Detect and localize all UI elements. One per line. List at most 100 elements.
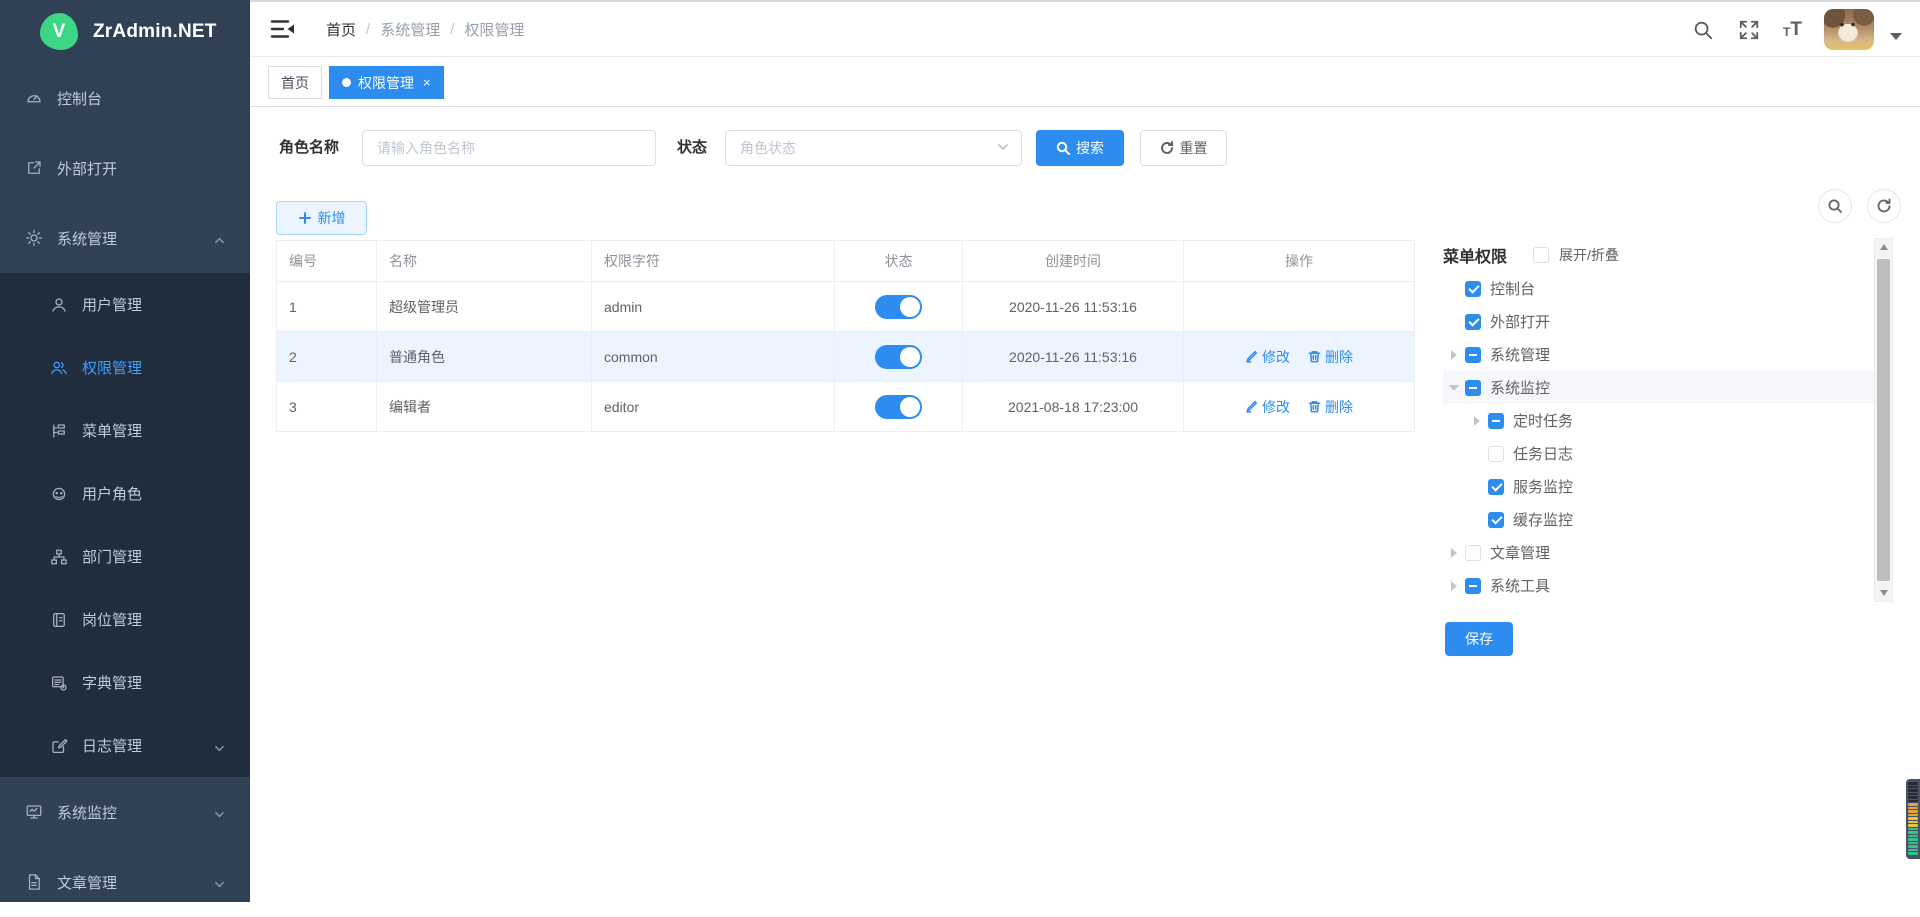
user-icon bbox=[50, 296, 68, 314]
column-header-状态: 状态 bbox=[835, 241, 963, 282]
sidebar-item-控制台[interactable]: 控制台 bbox=[0, 63, 250, 133]
delete-link[interactable]: 删除 bbox=[1308, 347, 1353, 367]
status-select[interactable]: 角色状态 bbox=[725, 130, 1022, 166]
save-button[interactable]: 保存 bbox=[1445, 622, 1513, 656]
active-tab-dot bbox=[342, 78, 351, 87]
tab-权限管理[interactable]: 权限管理× bbox=[329, 66, 444, 99]
tree-checkbox-indeterminate[interactable] bbox=[1465, 347, 1481, 363]
scroll-down-arrow[interactable] bbox=[1875, 585, 1892, 601]
breadcrumb-item-权限管理[interactable]: 权限管理 bbox=[464, 19, 524, 40]
tree-checkbox-indeterminate[interactable] bbox=[1488, 413, 1504, 429]
sidebar-item-部门管理[interactable]: 部门管理 bbox=[0, 525, 250, 588]
sidebar-item-菜单管理[interactable]: 菜单管理 bbox=[0, 399, 250, 462]
tree-node-缓存监控[interactable]: 缓存监控 bbox=[1443, 503, 1874, 536]
sidebar-item-权限管理[interactable]: 权限管理 bbox=[0, 336, 250, 399]
breadcrumb-item-首页[interactable]: 首页 bbox=[326, 19, 356, 40]
robot-icon bbox=[50, 485, 68, 503]
scrollbar-thumb[interactable] bbox=[1877, 259, 1890, 581]
sidebar-item-字典管理[interactable]: 字典管理 bbox=[0, 651, 250, 714]
menu-permission-header: 菜单权限 展开/折叠 bbox=[1443, 243, 1619, 267]
meter-stripe bbox=[1908, 789, 1918, 792]
tree-node-任务日志[interactable]: 任务日志 bbox=[1443, 437, 1874, 470]
sidebar-item-label: 菜单管理 bbox=[82, 420, 142, 441]
meter-stripe bbox=[1908, 835, 1918, 838]
edit-link[interactable]: 修改 bbox=[1245, 397, 1290, 417]
app-logo[interactable]: V ZrAdmin.NET bbox=[0, 0, 250, 63]
roles-table: 编号名称权限字符状态创建时间操作 1超级管理员admin2020-11-26 1… bbox=[276, 240, 1415, 432]
meter-stripe bbox=[1908, 807, 1918, 810]
document-icon bbox=[25, 873, 43, 891]
expand-arrow-down-icon[interactable] bbox=[1443, 385, 1465, 391]
add-button[interactable]: 新增 bbox=[276, 201, 367, 235]
tree-node-label: 缓存监控 bbox=[1513, 509, 1573, 530]
role-name-input[interactable] bbox=[362, 130, 656, 166]
tree-node-系统管理[interactable]: 系统管理 bbox=[1443, 338, 1874, 371]
tree-node-文章管理[interactable]: 文章管理 bbox=[1443, 536, 1874, 569]
tree-checkbox-checked[interactable] bbox=[1488, 512, 1504, 528]
expand-arrow-right-icon[interactable] bbox=[1443, 548, 1465, 558]
tree-node-控制台[interactable]: 控制台 bbox=[1443, 272, 1874, 305]
caret-down-icon[interactable] bbox=[1890, 33, 1902, 40]
sidebar-item-系统管理[interactable]: 系统管理 bbox=[0, 203, 250, 273]
fullscreen-icon[interactable] bbox=[1737, 18, 1761, 42]
tree-node-定时任务[interactable]: 定时任务 bbox=[1443, 404, 1874, 437]
collapse-sidebar-icon[interactable] bbox=[270, 17, 296, 41]
table-refresh-button[interactable] bbox=[1867, 189, 1901, 223]
sidebar-item-用户角色[interactable]: 用户角色 bbox=[0, 462, 250, 525]
tree-node-系统监控[interactable]: 系统监控 bbox=[1443, 371, 1874, 404]
tree-node-label: 系统监控 bbox=[1490, 377, 1550, 398]
meter-stripe bbox=[1908, 803, 1918, 806]
search-icon[interactable] bbox=[1691, 18, 1715, 42]
tree-checkbox-checked[interactable] bbox=[1465, 314, 1481, 330]
status-toggle[interactable] bbox=[875, 295, 922, 319]
status-toggle[interactable] bbox=[875, 395, 922, 419]
tree-checkbox-unchecked[interactable] bbox=[1465, 545, 1481, 561]
performance-meter-widget[interactable] bbox=[1906, 779, 1920, 859]
tree-checkbox-indeterminate[interactable] bbox=[1465, 578, 1481, 594]
tree-checkbox-checked[interactable] bbox=[1465, 281, 1481, 297]
breadcrumb-item-系统管理[interactable]: 系统管理 bbox=[380, 19, 440, 40]
delete-link[interactable]: 删除 bbox=[1308, 397, 1353, 417]
sidebar-item-label: 字典管理 bbox=[82, 672, 142, 693]
sidebar-item-用户管理[interactable]: 用户管理 bbox=[0, 273, 250, 336]
breadcrumb-separator: / bbox=[450, 21, 454, 38]
cell-id: 3 bbox=[277, 382, 377, 432]
search-button[interactable]: 搜索 bbox=[1036, 130, 1124, 166]
tab-首页[interactable]: 首页 bbox=[268, 66, 322, 99]
tree-checkbox-unchecked[interactable] bbox=[1488, 446, 1504, 462]
expand-collapse-checkbox[interactable] bbox=[1533, 247, 1549, 263]
reset-button[interactable]: 重置 bbox=[1140, 130, 1227, 166]
expand-arrow-right-icon[interactable] bbox=[1443, 350, 1465, 360]
tree-checkbox-checked[interactable] bbox=[1488, 479, 1504, 495]
close-tab-icon[interactable]: × bbox=[423, 75, 431, 90]
meter-stripe bbox=[1908, 796, 1918, 799]
tree-node-label: 任务日志 bbox=[1513, 443, 1573, 464]
expand-arrow-right-icon[interactable] bbox=[1443, 581, 1465, 591]
tree-scrollbar[interactable] bbox=[1874, 238, 1893, 602]
meter-stripe bbox=[1908, 782, 1918, 785]
edit-link-label: 修改 bbox=[1262, 397, 1290, 417]
avatar[interactable] bbox=[1824, 9, 1874, 50]
table-search-toggle-button[interactable] bbox=[1818, 189, 1852, 223]
cell-name: 编辑者 bbox=[377, 382, 592, 432]
edit-link[interactable]: 修改 bbox=[1245, 347, 1290, 367]
toggle-knob bbox=[900, 297, 920, 317]
scroll-up-arrow[interactable] bbox=[1875, 239, 1892, 255]
save-button-label: 保存 bbox=[1465, 629, 1493, 649]
cell-key: admin bbox=[592, 282, 835, 332]
tree-node-服务监控[interactable]: 服务监控 bbox=[1443, 470, 1874, 503]
sidebar-item-外部打开[interactable]: 外部打开 bbox=[0, 133, 250, 203]
tree-node-系统工具[interactable]: 系统工具 bbox=[1443, 569, 1874, 602]
sidebar-item-日志管理[interactable]: 日志管理 bbox=[0, 714, 250, 777]
logo-icon: V bbox=[40, 13, 78, 50]
tree-node-外部打开[interactable]: 外部打开 bbox=[1443, 305, 1874, 338]
tree-checkbox-indeterminate[interactable] bbox=[1465, 380, 1481, 396]
font-size-icon[interactable]: TT bbox=[1783, 20, 1802, 39]
sidebar: V ZrAdmin.NET 控制台外部打开系统管理用户管理权限管理菜单管理用户角… bbox=[0, 0, 250, 902]
dashboard-icon bbox=[25, 89, 43, 107]
sidebar-item-文章管理[interactable]: 文章管理 bbox=[0, 847, 250, 917]
sidebar-item-系统监控[interactable]: 系统监控 bbox=[0, 777, 250, 847]
sidebar-item-岗位管理[interactable]: 岗位管理 bbox=[0, 588, 250, 651]
expand-arrow-right-icon[interactable] bbox=[1466, 416, 1488, 426]
status-toggle[interactable] bbox=[875, 345, 922, 369]
